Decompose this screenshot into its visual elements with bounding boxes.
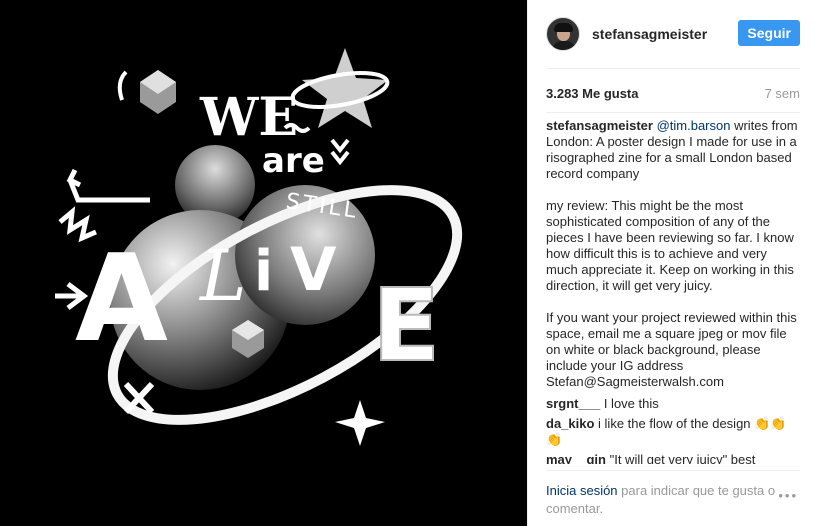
poster-letter-e: E	[372, 267, 440, 384]
likes-count[interactable]: 3.283 Me gusta	[546, 86, 639, 101]
comment-text: i like the flow of the design	[598, 416, 751, 431]
comments-section[interactable]: stefansagmeister @tim.barson writes from…	[546, 118, 798, 464]
footer-divider	[546, 470, 800, 471]
login-link[interactable]: Inicia sesión	[546, 483, 618, 498]
comment-item: srgnt___ I love this	[546, 396, 798, 412]
arc-mark	[117, 70, 128, 101]
caption: stefansagmeister @tim.barson writes from…	[546, 118, 798, 182]
poster-word-we: WE	[199, 87, 298, 148]
header-divider	[546, 68, 800, 69]
chevron-mark	[330, 138, 350, 154]
post-header: stefansagmeister Seguir	[546, 16, 800, 52]
poster-letter-a: A	[75, 230, 168, 369]
poster-letter-i: i	[254, 239, 273, 304]
poster-letter-l: L	[198, 235, 246, 317]
follow-button[interactable]: Seguir	[738, 20, 800, 46]
star-shape	[302, 48, 388, 128]
comment-text: I love this	[603, 396, 659, 411]
post-image[interactable]: WE are STILL A L i V E	[0, 0, 527, 526]
username-link[interactable]: stefansagmeister	[592, 26, 707, 42]
stats-row: 3.283 Me gusta 7 sem	[546, 86, 800, 101]
caption-instructions: If you want your project reviewed within…	[546, 310, 797, 389]
post-sidebar: stefansagmeister Seguir 3.283 Me gusta 7…	[527, 0, 820, 526]
post-age[interactable]: 7 sem	[765, 86, 800, 101]
caption-username[interactable]: stefansagmeister	[546, 118, 653, 133]
comment-username[interactable]: srgnt___	[546, 396, 600, 411]
post-view: WE are STILL A L i V E stefansagmeister …	[0, 0, 820, 526]
poster-word-are: are	[262, 141, 325, 181]
comment-item: da_kiko i like the flow of the design 👏👏…	[546, 416, 798, 448]
comment-text: "It will get very juicy" best	[609, 452, 756, 464]
sparkle	[335, 400, 385, 446]
more-options-icon[interactable]: •••	[778, 488, 798, 503]
caption-mention[interactable]: @tim.barson	[657, 118, 731, 133]
stats-divider	[546, 112, 800, 113]
comment-username[interactable]: da_kiko	[546, 416, 594, 431]
avatar[interactable]	[546, 17, 580, 51]
arrow-left-mark	[67, 179, 150, 203]
caption-review: my review: This might be the most sophis…	[546, 198, 794, 293]
poster-letter-v: V	[290, 235, 337, 305]
login-prompt: Inicia sesión para indicar que te gusta …	[546, 482, 800, 518]
comment-item: may__gin "It will get very juicy" best	[546, 452, 798, 464]
comment-username[interactable]: may__gin	[546, 452, 606, 464]
poster-artwork: WE are STILL A L i V E	[55, 48, 463, 446]
